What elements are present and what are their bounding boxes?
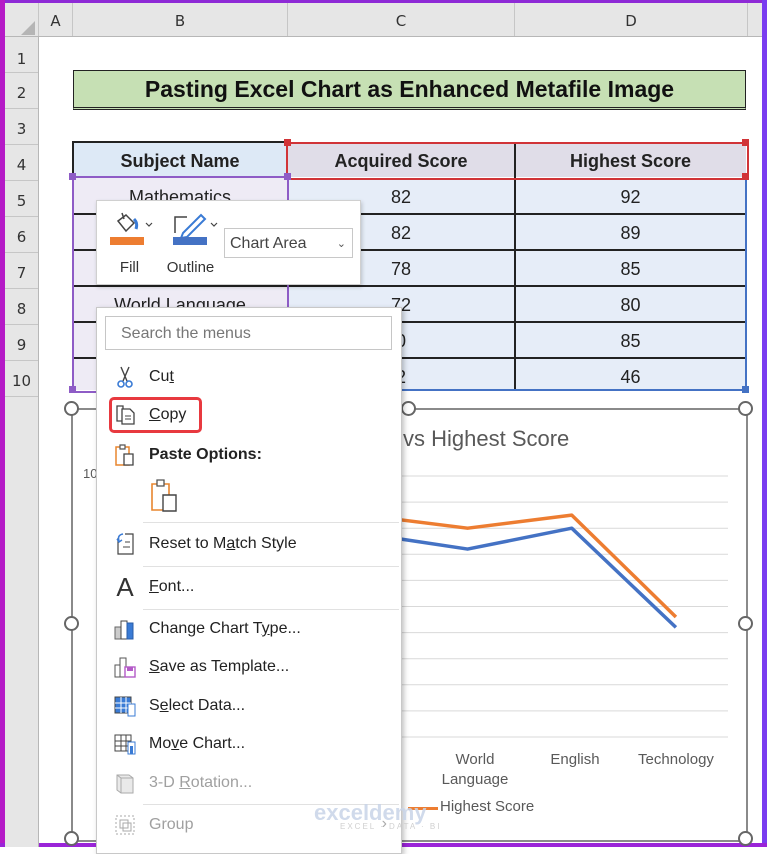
menu-item-label: 3-D Rotation...	[149, 774, 253, 791]
reset-style-icon	[116, 533, 134, 555]
range-handle[interactable]	[69, 173, 76, 180]
outline-label: Outline	[166, 259, 215, 276]
menu-item-save-as-template[interactable]: Save as Template...	[97, 649, 401, 685]
menu-item-change-chart-type[interactable]: Change Chart Type...	[97, 611, 401, 647]
row-header-4[interactable]: 4	[5, 145, 38, 181]
paste-picture-icon	[151, 479, 177, 512]
fill-label: Fill	[119, 259, 140, 276]
menu-item-3d-rotation: 3-D Rotation...	[97, 765, 401, 801]
menu-item-select-data[interactable]: Select Data...	[97, 688, 401, 724]
row-header-7[interactable]: 7	[5, 253, 38, 289]
x-tick-label: World Language	[420, 750, 530, 790]
legend-label-highest-score[interactable]: Highest Score	[440, 798, 534, 815]
menu-item-label: Copy	[149, 406, 187, 423]
range-handle[interactable]	[69, 386, 76, 393]
paste-icon	[115, 444, 134, 466]
copy-icon	[116, 405, 135, 425]
column-header-d[interactable]: D	[515, 3, 748, 36]
menu-item-label: Cut	[149, 368, 174, 385]
menu-item-cut[interactable]: Cut	[97, 359, 401, 395]
column-header-c[interactable]: C	[288, 3, 515, 36]
range-handle[interactable]	[742, 139, 749, 146]
x-tick-label-line: World	[455, 751, 495, 768]
range-handle[interactable]	[742, 173, 749, 180]
row-header-6[interactable]: 6	[5, 217, 38, 253]
menu-item-label: Group	[149, 816, 194, 833]
series-name-range-highlight	[286, 142, 749, 180]
outline-button[interactable]: Outline	[163, 209, 218, 277]
row-header-10[interactable]: 10	[5, 361, 38, 397]
resize-handle-bottom-left[interactable]	[64, 831, 79, 846]
column-header-b[interactable]: B	[73, 3, 288, 36]
resize-handle-top-right[interactable]	[738, 401, 753, 416]
window-frame-right	[762, 0, 767, 847]
select-data-icon	[114, 696, 136, 717]
menu-item-reset-to-match-style[interactable]: Reset to Match Style	[97, 526, 401, 562]
move-chart-icon	[114, 734, 136, 755]
menu-item-label: Move Chart...	[149, 735, 246, 752]
format-mini-toolbar: Fill Outline Chart Area ⌄	[96, 200, 361, 285]
chart-element-value: Chart Area	[230, 235, 307, 252]
row-header-2[interactable]: 2	[5, 73, 38, 109]
menu-item-label: Change Chart Type...	[149, 620, 301, 637]
scissors-icon	[117, 366, 133, 388]
sheet-title-banner: Pasting Excel Chart as Enhanced Metafile…	[73, 70, 746, 110]
resize-handle-top-center[interactable]	[401, 401, 416, 416]
menu-item-label: Save as Template...	[149, 658, 290, 675]
menu-item-label: Reset to Match Style	[149, 535, 297, 552]
menu-item-label: Font...	[149, 578, 195, 595]
3d-rotation-icon	[116, 774, 134, 794]
x-tick-label: English	[550, 751, 600, 768]
group-icon	[115, 815, 135, 835]
select-all-triangle-icon	[21, 21, 35, 35]
exceldemy-watermark: exceldemy EXCEL · DATA · BI	[314, 800, 441, 831]
row-header-1[interactable]: 1	[5, 37, 38, 73]
paste-option-picture-button[interactable]	[149, 478, 181, 514]
menu-separator	[143, 609, 399, 610]
range-handle[interactable]	[284, 139, 291, 146]
row-header-3[interactable]: 3	[5, 109, 38, 145]
table-border	[73, 141, 287, 143]
x-tick-label-line: Language	[441, 771, 509, 788]
menu-item-label: Select Data...	[149, 697, 246, 714]
outline-color-swatch	[173, 237, 207, 245]
table-header-subject: Subject Name	[120, 151, 240, 171]
paint-bucket-icon	[110, 212, 153, 245]
chart-type-icon	[114, 620, 134, 640]
resize-handle-top-left[interactable]	[64, 401, 79, 416]
row-header-9[interactable]: 9	[5, 325, 38, 361]
resize-handle-middle-left[interactable]	[64, 616, 79, 631]
font-icon: A	[116, 572, 134, 602]
menu-item-font[interactable]: A Font...	[97, 569, 401, 605]
chart-element-dropdown[interactable]: Chart Area ⌄	[224, 228, 353, 258]
menu-separator	[143, 566, 399, 567]
menu-item-label: Paste Options:	[149, 446, 262, 463]
context-menu: Search the menus Cut Copy Paste Options:	[96, 307, 402, 854]
menu-separator	[143, 522, 399, 523]
fill-color-swatch	[110, 237, 144, 245]
resize-handle-middle-right[interactable]	[738, 616, 753, 631]
fill-button[interactable]: Fill	[105, 209, 160, 277]
pen-outline-icon	[173, 213, 218, 245]
resize-handle-bottom-right[interactable]	[738, 831, 753, 846]
chevron-down-icon: ⌄	[336, 238, 346, 250]
column-header-a[interactable]: A	[39, 3, 73, 36]
row-header-8[interactable]: 8	[5, 289, 38, 325]
menu-item-copy[interactable]: Copy	[97, 397, 401, 433]
x-tick-label: Technology	[638, 751, 714, 768]
menu-item-move-chart[interactable]: Move Chart...	[97, 726, 401, 762]
save-template-icon	[114, 657, 136, 678]
watermark-tagline: EXCEL · DATA · BI	[340, 822, 442, 831]
range-handle[interactable]	[284, 173, 291, 180]
select-all-button[interactable]	[5, 3, 39, 36]
range-handle[interactable]	[742, 386, 749, 393]
menu-search-input[interactable]: Search the menus	[105, 316, 392, 350]
row-header-5[interactable]: 5	[5, 181, 38, 217]
menu-header-paste-options: Paste Options:	[97, 437, 401, 473]
